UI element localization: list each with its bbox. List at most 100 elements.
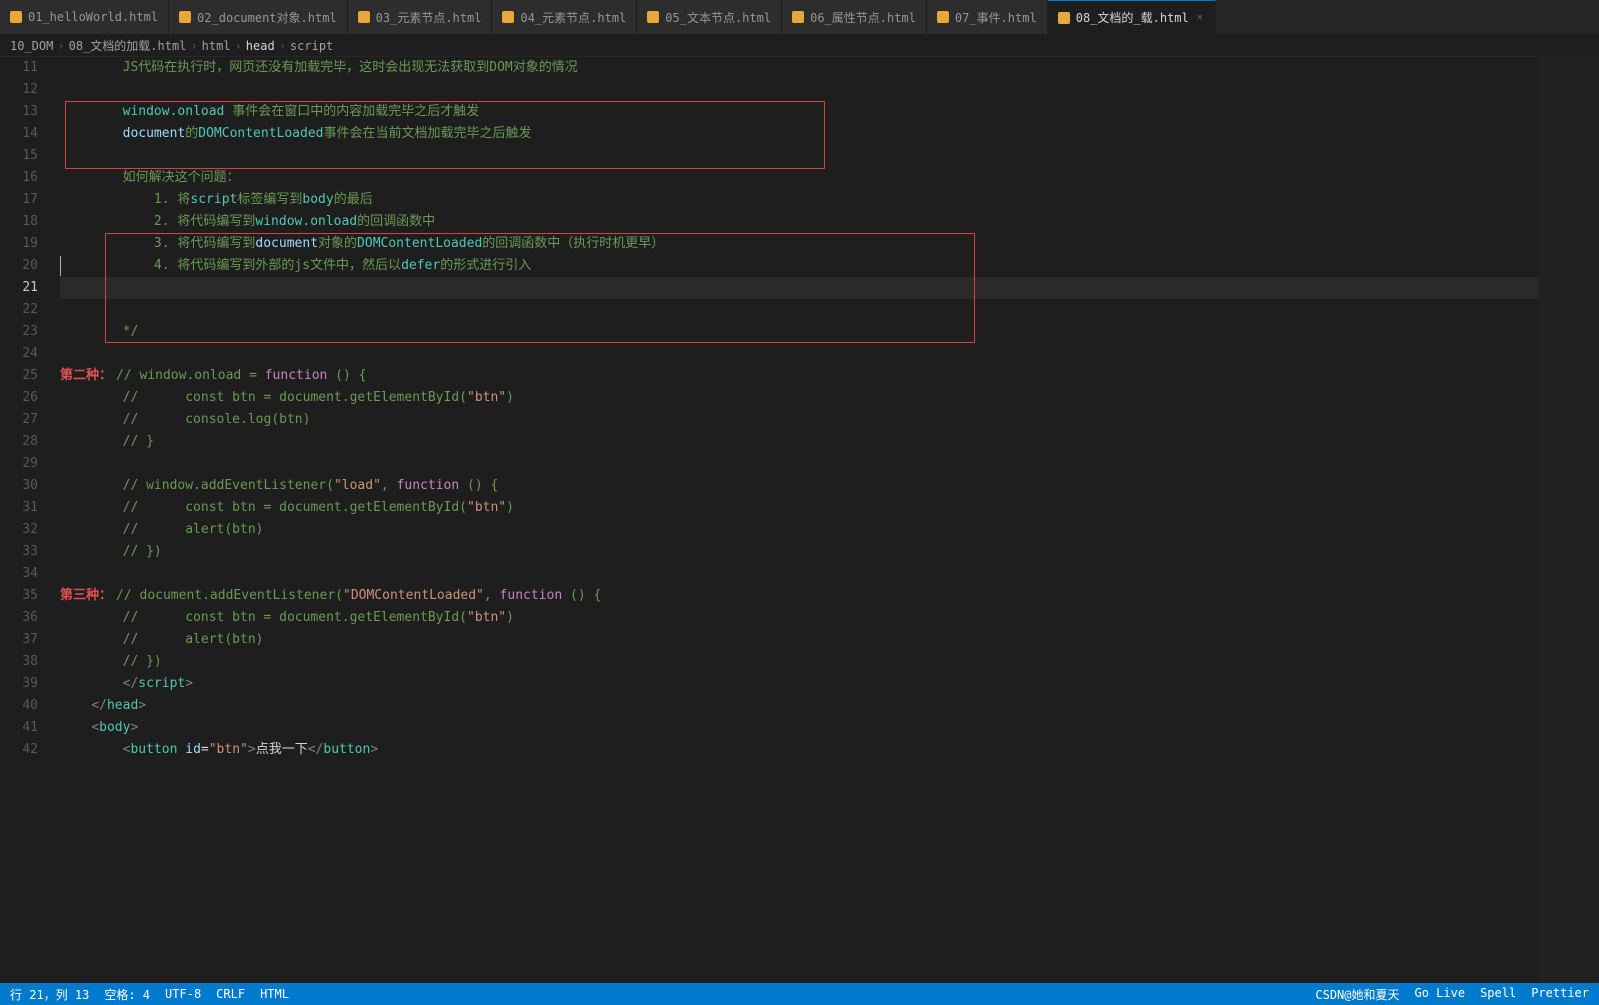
- editor-container: 11 12 13 14 15 16 17 18 19 20 21 22 23 2…: [0, 57, 1599, 983]
- code-line-20: 4. 将代码编写到外部的js文件中，然后以defer的形式进行引入: [60, 255, 1539, 277]
- code-line-16: 如何解决这个问题：: [60, 167, 1539, 189]
- tab-icon-06: [792, 11, 804, 23]
- code-line-24: [60, 343, 1539, 365]
- code-line-30: // window.addEventListener("load", funct…: [60, 475, 1539, 497]
- ln-22: 22: [0, 299, 38, 321]
- ln-35: 35: [0, 585, 38, 607]
- tab-08[interactable]: 08_文档的_载.html ✕: [1048, 0, 1216, 35]
- tab-label-04: 04_元素节点.html: [520, 9, 626, 26]
- ln-24: 24: [0, 343, 38, 365]
- ln-16: 16: [0, 167, 38, 189]
- ln-30: 30: [0, 475, 38, 497]
- breadcrumb-script[interactable]: script: [290, 39, 333, 53]
- tab-icon-07: [937, 11, 949, 23]
- code-line-21: [60, 277, 1539, 299]
- breadcrumb-sep-1: ›: [57, 39, 64, 53]
- tab-icon-02: [179, 11, 191, 23]
- tab-label-02: 02_document对象.html: [197, 9, 337, 26]
- code-line-14: document的DOMContentLoaded事件会在当前文档加载完毕之后触…: [60, 123, 1539, 145]
- ln-32: 32: [0, 519, 38, 541]
- tab-07[interactable]: 07_事件.html: [927, 0, 1048, 35]
- code-line-40: </head>: [60, 695, 1539, 717]
- ln-15: 15: [0, 145, 38, 167]
- code-line-19: 3. 将代码编写到document对象的DOMContentLoaded的回调函…: [60, 233, 1539, 255]
- status-eol: CRLF: [216, 987, 245, 1001]
- code-line-28: // }: [60, 431, 1539, 453]
- ln-19: 19: [0, 233, 38, 255]
- breadcrumb-dom[interactable]: 10_DOM: [10, 39, 53, 53]
- status-bar: 行 21，列 13 空格: 4 UTF-8 CRLF HTML CSDN@她和夏…: [0, 983, 1599, 1005]
- tab-03[interactable]: 03_元素节点.html: [348, 0, 493, 35]
- breadcrumb-sep-4: ›: [279, 39, 286, 53]
- code-line-42: <button id="btn">点我一下</button>: [60, 739, 1539, 761]
- ln-29: 29: [0, 453, 38, 475]
- code-line-35: 第三种： // document.addEventListener("DOMCo…: [60, 585, 1539, 607]
- tab-05[interactable]: 05_文本节点.html: [637, 0, 782, 35]
- code-line-36: // const btn = document.getElementById("…: [60, 607, 1539, 629]
- code-line-18: 2. 将代码编写到window.onload的回调函数中: [60, 211, 1539, 233]
- tab-label-05: 05_文本节点.html: [665, 9, 771, 26]
- tab-06[interactable]: 06_属性节点.html: [782, 0, 927, 35]
- ln-39: 39: [0, 673, 38, 695]
- ln-12: 12: [0, 79, 38, 101]
- breadcrumb-file[interactable]: 08_文档的加载.html: [69, 37, 187, 54]
- ln-23: 23: [0, 321, 38, 343]
- ln-37: 37: [0, 629, 38, 651]
- ln-11: 11: [0, 57, 38, 79]
- tab-icon-01: [10, 11, 22, 23]
- status-line-col: 行 21，列 13: [10, 986, 89, 1003]
- ln-27: 27: [0, 409, 38, 431]
- breadcrumb-sep-2: ›: [190, 39, 197, 53]
- tab-04[interactable]: 04_元素节点.html: [492, 0, 637, 35]
- status-spell[interactable]: Spell: [1480, 986, 1516, 1003]
- status-language: HTML: [260, 987, 289, 1001]
- breadcrumb-bar: 10_DOM › 08_文档的加载.html › html › head › s…: [0, 35, 1599, 57]
- code-line-15: [60, 145, 1539, 167]
- code-line-13: window.onload 事件会在窗口中的内容加载完毕之后才触发: [60, 101, 1539, 123]
- code-line-22: [60, 299, 1539, 321]
- code-line-11: JS代码在执行时，网页还没有加载完毕，这时会出现无法获取到DOM对象的情况: [60, 57, 1539, 79]
- tab-icon-05: [647, 11, 659, 23]
- code-line-33: // }): [60, 541, 1539, 563]
- tab-02[interactable]: 02_document对象.html: [169, 0, 348, 35]
- tab-label-08: 08_文档的_载.html: [1076, 9, 1189, 26]
- code-line-41: <body>: [60, 717, 1539, 739]
- code-area[interactable]: JS代码在执行时，网页还没有加载完毕，这时会出现无法获取到DOM对象的情况 wi…: [50, 57, 1539, 761]
- tab-icon-03: [358, 11, 370, 23]
- tab-icon-04: [502, 11, 514, 23]
- ln-31: 31: [0, 497, 38, 519]
- tab-label-01: 01_helloWorld.html: [28, 10, 158, 24]
- code-wrapper[interactable]: JS代码在执行时，网页还没有加载完毕，这时会出现无法获取到DOM对象的情况 wi…: [50, 57, 1539, 983]
- code-line-31: // const btn = document.getElementById("…: [60, 497, 1539, 519]
- tab-label-07: 07_事件.html: [955, 9, 1037, 26]
- tab-close-08[interactable]: ✕: [1195, 10, 1205, 25]
- ln-28: 28: [0, 431, 38, 453]
- code-line-25: 第二种： // window.onload = function () {: [60, 365, 1539, 387]
- ln-20: 20: [0, 255, 38, 277]
- line-numbers: 11 12 13 14 15 16 17 18 19 20 21 22 23 2…: [0, 57, 50, 983]
- tab-label-03: 03_元素节点.html: [376, 9, 482, 26]
- code-line-39: </script>: [60, 673, 1539, 695]
- ln-13: 13: [0, 101, 38, 123]
- ln-17: 17: [0, 189, 38, 211]
- tab-icon-08: [1058, 12, 1070, 24]
- ln-41: 41: [0, 717, 38, 739]
- ln-40: 40: [0, 695, 38, 717]
- status-go-live[interactable]: Go Live: [1415, 986, 1466, 1003]
- code-line-38: // }): [60, 651, 1539, 673]
- ln-21: 21: [0, 277, 38, 299]
- minimap: [1539, 57, 1599, 983]
- tab-bar: 01_helloWorld.html 02_document对象.html 03…: [0, 0, 1599, 35]
- breadcrumb-head[interactable]: head: [246, 39, 275, 53]
- status-prettier[interactable]: Prettier: [1531, 986, 1589, 1003]
- code-line-32: // alert(btn): [60, 519, 1539, 541]
- ln-14: 14: [0, 123, 38, 145]
- code-line-12: [60, 79, 1539, 101]
- breadcrumb-html[interactable]: html: [202, 39, 231, 53]
- code-line-26: // const btn = document.getElementById("…: [60, 387, 1539, 409]
- code-line-29: [60, 453, 1539, 475]
- tab-01[interactable]: 01_helloWorld.html: [0, 0, 169, 35]
- ln-34: 34: [0, 563, 38, 585]
- tab-label-06: 06_属性节点.html: [810, 9, 916, 26]
- breadcrumb-sep-3: ›: [235, 39, 242, 53]
